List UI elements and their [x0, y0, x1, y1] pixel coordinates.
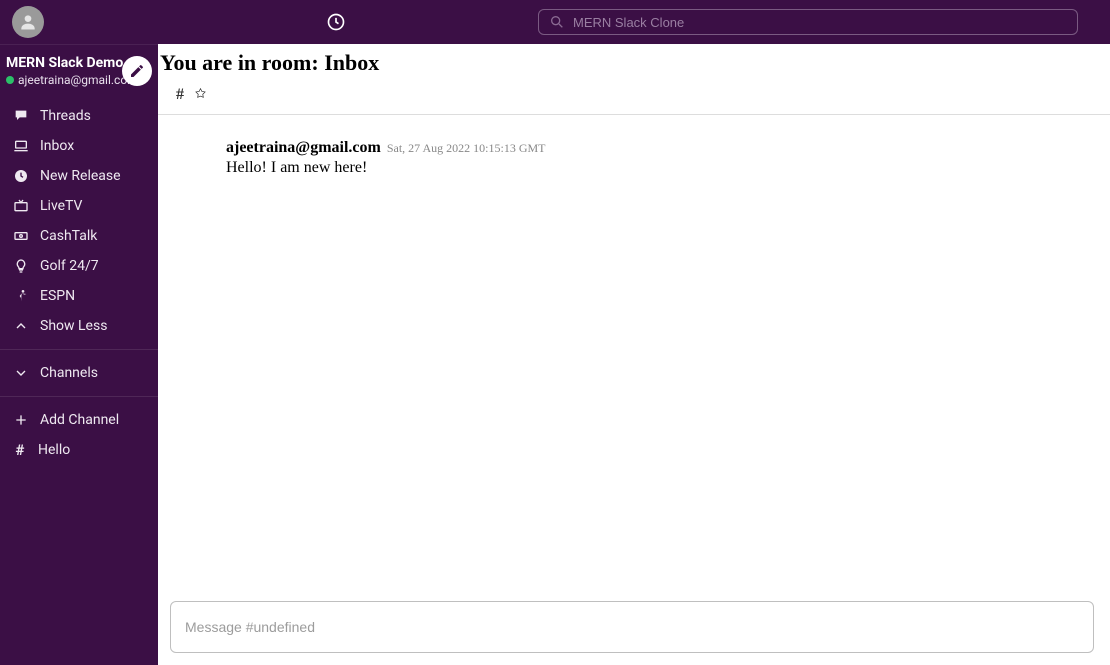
sidebar-item-label: Threads [40, 108, 91, 124]
sidebar-item-label: Golf 24/7 [40, 258, 99, 274]
search-input[interactable] [573, 15, 1067, 30]
compose-button[interactable] [122, 56, 152, 86]
sidebar-channels-toggle[interactable]: Channels [0, 358, 158, 388]
sidebar-item-label: New Release [40, 168, 121, 184]
workspace-title: MERN Slack Demo [6, 55, 116, 71]
plus-icon [12, 411, 30, 429]
chevron-up-icon [12, 317, 30, 335]
room-subheader: # [158, 76, 1110, 114]
sidebar-add-channel[interactable]: Add Channel [0, 405, 158, 435]
sidebar-show-less[interactable]: Show Less [0, 311, 158, 341]
sidebar-item-threads[interactable]: Threads [0, 101, 158, 131]
sidebar-item-label: Add Channel [40, 412, 119, 428]
sidebar-item-label: Inbox [40, 138, 74, 154]
run-icon [12, 287, 30, 305]
sidebar-divider [0, 349, 158, 350]
presence-dot [6, 76, 14, 84]
sidebar-item-label: LiveTV [40, 198, 82, 214]
clock-icon [12, 167, 30, 185]
composer[interactable] [170, 601, 1094, 653]
hash-icon: # [176, 86, 184, 104]
sidebar-divider [0, 396, 158, 397]
room-title: You are in room: Inbox [158, 50, 1110, 76]
sidebar-item-cashtalk[interactable]: CashTalk [0, 221, 158, 251]
composer-wrap [158, 593, 1110, 665]
topbar [0, 0, 1110, 44]
composer-input[interactable] [185, 619, 1079, 635]
user-presence-row: ajeetraina@gmail.com [6, 73, 116, 87]
nav-list: Threads Inbox New Release LiveTV CashTal… [0, 97, 158, 341]
sidebar-channel-hello[interactable]: # Hello [0, 435, 158, 465]
bulb-icon [12, 257, 30, 275]
cash-icon [12, 227, 30, 245]
sidebar-item-label: CashTalk [40, 228, 97, 244]
message: ajeetraina@gmail.com Sat, 27 Aug 2022 10… [226, 139, 1110, 177]
user-icon [18, 12, 38, 32]
sidebar-item-label: Hello [38, 442, 70, 458]
avatar[interactable] [12, 6, 44, 38]
thread-icon [12, 107, 30, 125]
sidebar-item-new-release[interactable]: New Release [0, 161, 158, 191]
hash-icon: # [12, 441, 28, 459]
sidebar: MERN Slack Demo ajeetraina@gmail.com Thr… [0, 44, 158, 665]
sidebar-item-livetv[interactable]: LiveTV [0, 191, 158, 221]
sidebar-item-golf[interactable]: Golf 24/7 [0, 251, 158, 281]
sidebar-item-label: Show Less [40, 318, 107, 334]
user-email: ajeetraina@gmail.com [18, 73, 138, 87]
room-header: You are in room: Inbox # [158, 44, 1110, 115]
message-text: Hello! I am new here! [226, 159, 1110, 177]
star-icon[interactable] [194, 87, 207, 104]
message-list: ajeetraina@gmail.com Sat, 27 Aug 2022 10… [158, 115, 1110, 593]
laptop-icon [12, 137, 30, 155]
message-timestamp: Sat, 27 Aug 2022 10:15:13 GMT [387, 141, 546, 155]
message-user: ajeetraina@gmail.com [226, 139, 381, 156]
pencil-icon [129, 63, 145, 79]
sidebar-item-espn[interactable]: ESPN [0, 281, 158, 311]
chevron-down-icon [12, 364, 30, 382]
sidebar-item-inbox[interactable]: Inbox [0, 131, 158, 161]
tv-icon [12, 197, 30, 215]
history-icon[interactable] [326, 12, 346, 32]
main-content: You are in room: Inbox # ajeetraina@gmai… [158, 44, 1110, 665]
sidebar-item-label: ESPN [40, 288, 75, 304]
workspace-header: MERN Slack Demo ajeetraina@gmail.com [0, 44, 158, 97]
search-icon [549, 14, 565, 30]
search-box[interactable] [538, 9, 1078, 35]
sidebar-item-label: Channels [40, 365, 98, 381]
